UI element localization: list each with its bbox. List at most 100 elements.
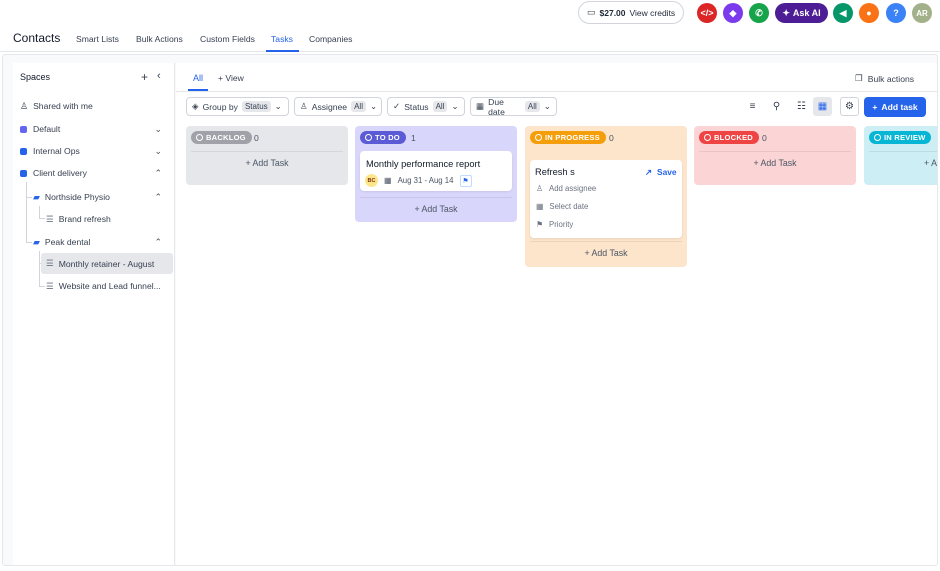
bell-icon[interactable]: ●: [859, 3, 879, 23]
status-filter[interactable]: ✓ Status All ⌄: [387, 97, 465, 116]
bulk-actions-button[interactable]: ❐ Bulk actions: [855, 73, 914, 84]
credits-button[interactable]: ▭ $27.00 View credits: [578, 1, 684, 24]
assignee-filter[interactable]: ♙ Assignee All ⌄: [294, 97, 382, 116]
status-badge: TO DO: [360, 131, 406, 144]
shared-with-me[interactable]: ♙ Shared with me: [20, 96, 170, 116]
user-icon: ♙: [300, 101, 308, 111]
tree-line: [26, 182, 27, 242]
add-task-inline-button[interactable]: + Add Task: [699, 151, 851, 173]
ask-ai-button[interactable]: ✦ Ask AI: [775, 3, 828, 23]
folder-icon: ▰: [33, 236, 40, 247]
view-tab-all[interactable]: All: [193, 73, 203, 83]
add-task-inline-button[interactable]: + Add Task: [530, 241, 682, 263]
list-label: Monthly retainer - August: [58, 258, 155, 269]
shield-icon[interactable]: ◆: [723, 3, 743, 23]
column-to-do: TO DO 1 Monthly performance report BC ▦ …: [355, 126, 517, 222]
add-assignee-button[interactable]: ♙ Add assignee: [536, 184, 596, 193]
status-badge: BLOCKED: [699, 131, 759, 144]
status-icon: [196, 134, 203, 141]
add-view-button[interactable]: + View: [218, 73, 244, 83]
tree-line: [26, 242, 32, 243]
code-icon[interactable]: </>: [697, 3, 717, 23]
filter-value: All: [524, 101, 540, 112]
phone-icon[interactable]: ✆: [749, 3, 769, 23]
chevron-up-icon[interactable]: ⌃: [154, 192, 162, 203]
chevron-down-icon[interactable]: ⌄: [154, 124, 162, 135]
status-badge: IN PROGRESS: [530, 131, 606, 144]
status-label: IN REVIEW: [884, 133, 926, 142]
spaces-heading: Spaces: [20, 72, 51, 82]
list-monthly-retainer[interactable]: ☰ Monthly retainer - August: [41, 253, 173, 274]
new-task-card: Refresh s ↗ Save ♙ Add assignee ▦ Select d…: [530, 160, 682, 238]
status-label: IN PROGRESS: [545, 133, 600, 142]
tab-custom-fields[interactable]: Custom Fields: [200, 34, 255, 44]
help-icon[interactable]: ?: [886, 3, 906, 23]
space-default[interactable]: Default ⌄: [20, 119, 170, 139]
date-label: Select date: [549, 202, 589, 211]
add-task-inline-button[interactable]: + A: [869, 151, 937, 173]
chevron-down-icon: ⌄: [451, 101, 459, 111]
chevron-down-icon: ⌄: [543, 101, 551, 111]
filter-value: Status: [241, 101, 271, 112]
avatar[interactable]: BC: [365, 174, 378, 187]
due-date-filter[interactable]: ▦ Due date All ⌄: [470, 96, 557, 117]
gear-icon[interactable]: ⚙: [840, 97, 859, 116]
flag-icon[interactable]: ⚑: [459, 174, 472, 187]
filter-label: Group by: [202, 101, 238, 112]
list-website-lead-funnel[interactable]: ☰ Website and Lead funnel...: [46, 276, 170, 296]
sparkle-icon: ✦: [782, 7, 790, 18]
group-by-filter[interactable]: ◈ Group by Status ⌄: [186, 97, 289, 116]
space-internal-ops[interactable]: Internal Ops ⌄: [20, 141, 170, 161]
task-card[interactable]: Monthly performance report BC ▦ Aug 31 -…: [360, 151, 512, 191]
status-badge: IN REVIEW: [869, 131, 932, 144]
list-view-icon[interactable]: ☷: [792, 97, 811, 116]
board-view-icon[interactable]: ▦: [813, 97, 832, 116]
spaces-sidebar: Spaces + ‹ ♙ Shared with me Default ⌄ In…: [13, 63, 175, 565]
filter-value: All: [351, 101, 366, 112]
ask-ai-label: Ask AI: [792, 8, 821, 18]
status-icon: [874, 134, 881, 141]
priority-button[interactable]: ⚑ Priority: [536, 220, 573, 229]
folder-icon: ▰: [33, 191, 40, 202]
tab-companies[interactable]: Companies: [309, 34, 352, 44]
list-brand-refresh[interactable]: ☰ Brand refresh: [46, 209, 170, 229]
collapse-sidebar-icon[interactable]: ‹: [157, 70, 161, 82]
flag-icon: ⚑: [536, 220, 543, 229]
sort-icon[interactable]: ≡: [743, 97, 762, 116]
tree-line: [39, 286, 45, 287]
status-icon: [535, 134, 542, 141]
chevron-down-icon[interactable]: ⌄: [154, 146, 162, 157]
add-space-icon[interactable]: +: [141, 70, 148, 84]
chevron-up-icon[interactable]: ⌃: [154, 168, 162, 179]
save-label: Save: [657, 167, 677, 177]
search-icon[interactable]: ⚲: [767, 97, 786, 116]
user-icon: ♙: [20, 100, 29, 111]
status-label: TO DO: [375, 133, 400, 142]
tab-bulk-actions[interactable]: Bulk Actions: [136, 34, 183, 44]
avatar[interactable]: AR: [912, 3, 932, 23]
chevron-up-icon[interactable]: ⌃: [154, 237, 162, 248]
task-name-input[interactable]: Refresh s: [535, 167, 575, 177]
add-task-inline-button[interactable]: + Add Task: [360, 197, 512, 219]
add-task-button[interactable]: + Add task: [864, 97, 926, 117]
megaphone-icon[interactable]: ◀: [833, 3, 853, 23]
status-icon: [365, 134, 372, 141]
tab-tasks[interactable]: Tasks: [271, 34, 293, 44]
tree-line: [26, 197, 32, 198]
task-date[interactable]: Aug 31 - Aug 14: [398, 176, 454, 185]
tab-smart-lists[interactable]: Smart Lists: [76, 34, 119, 44]
filter-value: All: [432, 101, 448, 112]
folder-peak-dental[interactable]: ▰ Peak dental ⌃: [33, 232, 170, 252]
save-button[interactable]: ↗ Save: [645, 167, 677, 177]
status-label: BLOCKED: [714, 133, 753, 142]
status-icon: [704, 134, 711, 141]
filter-label: Due date: [488, 96, 505, 117]
add-task-inline-button[interactable]: + Add Task: [191, 151, 343, 173]
chevron-down-icon: ⌄: [369, 101, 378, 111]
select-date-button[interactable]: ▦ Select date: [536, 202, 588, 211]
list-icon: ☰: [46, 280, 54, 291]
task-meta: BC ▦ Aug 31 - Aug 14 ⚑: [365, 174, 472, 187]
folder-northside-physio[interactable]: ▰ Northside Physio ⌃: [33, 187, 170, 207]
space-client-delivery[interactable]: Client delivery ⌃: [20, 163, 170, 183]
page-title: Contacts: [13, 31, 61, 45]
